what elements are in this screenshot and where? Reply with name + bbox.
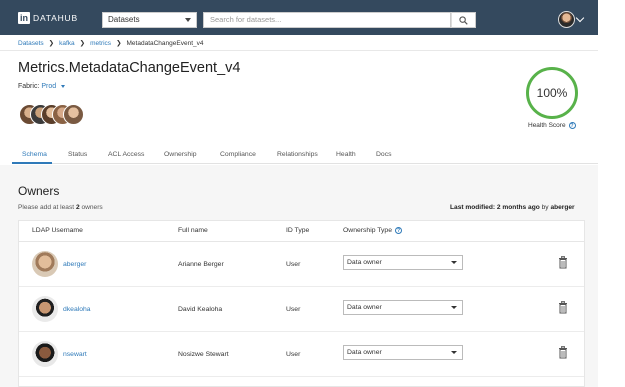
tab-health[interactable]: Health: [336, 151, 356, 158]
breadcrumb-datasets[interactable]: Datasets: [18, 40, 44, 47]
search-input[interactable]: Search for datasets...: [203, 12, 451, 28]
tab-status[interactable]: Status: [68, 151, 87, 158]
hint-suffix: owners: [81, 204, 103, 211]
chevron-right-icon: ❯: [79, 40, 86, 47]
owners-table: LDAP Username Full name ID Type Ownershi…: [18, 220, 585, 387]
health-score-text: Health Score: [528, 122, 566, 129]
help-icon[interactable]: ?: [395, 227, 402, 234]
chevron-right-icon: ❯: [116, 40, 122, 47]
table-row: dkealoha David Kealoha User Data owner: [19, 287, 584, 332]
ownership-type-value: Data owner: [347, 349, 382, 356]
table-row: nsewart Nosizwe Stewart User Data owner: [19, 332, 584, 377]
search-button[interactable]: [451, 12, 476, 28]
avatar[interactable]: [32, 296, 58, 322]
trash-icon[interactable]: [558, 301, 568, 314]
trash-icon[interactable]: [558, 346, 568, 359]
last-modified-user: aberger: [550, 204, 575, 211]
avatar[interactable]: [32, 341, 58, 367]
dataset-type-select[interactable]: Datasets: [102, 12, 197, 28]
tab-docs[interactable]: Docs: [376, 151, 392, 158]
breadcrumb-current: MetadataChangeEvent_v4: [126, 39, 204, 47]
fabric-label: Fabric:: [18, 83, 40, 90]
linkedin-logo-icon: in: [18, 12, 30, 24]
last-modified: Last modified: 2 months ago by aberger: [450, 204, 575, 211]
owners-hint: Please add at least 2 owners: [18, 204, 103, 211]
tab-relationships[interactable]: Relationships: [277, 151, 318, 158]
username-link[interactable]: aberger: [63, 261, 86, 268]
owner-avatars: [19, 104, 84, 126]
caret-down-icon: [61, 84, 66, 88]
divider: [0, 50, 598, 51]
trash-icon[interactable]: [558, 256, 568, 269]
tab-bar: Schema Status ACL Access Ownership Compl…: [12, 144, 598, 164]
tab-schema[interactable]: Schema: [22, 151, 47, 158]
column-header: ID Type: [286, 227, 310, 234]
full-name: Nosizwe Stewart: [178, 351, 229, 358]
chevron-down-icon[interactable]: [575, 13, 585, 23]
last-modified-value: 2 months ago: [496, 204, 540, 211]
dataset-type-value: Datasets: [108, 15, 140, 24]
breadcrumb-kafka[interactable]: kafka: [59, 40, 75, 47]
full-name: David Kealoha: [178, 306, 223, 313]
last-modified-label: Last modified:: [450, 204, 496, 211]
datahub-logo[interactable]: in DATAHUB: [18, 12, 78, 24]
search-icon: [459, 15, 468, 25]
breadcrumb: Datasets ❯ kafka ❯ metrics ❯ MetadataCha…: [18, 39, 204, 48]
hint-count: 2: [75, 204, 80, 211]
caret-down-icon: [185, 18, 191, 22]
active-tab-indicator: [12, 162, 52, 164]
column-header: Full name: [178, 227, 208, 234]
health-score-ring: 100%: [526, 67, 578, 119]
owners-title: Owners: [18, 184, 60, 198]
fabric-selector[interactable]: Fabric: Prod: [18, 83, 66, 90]
hint-prefix: Please add at least: [18, 204, 75, 211]
id-type: User: [286, 261, 301, 268]
ownership-type-value: Data owner: [347, 304, 382, 311]
logo-text: DATAHUB: [33, 13, 78, 23]
username-link[interactable]: dkealoha: [63, 306, 91, 313]
ownership-type-select[interactable]: Data owner: [343, 255, 463, 270]
chevron-right-icon: ❯: [48, 40, 55, 47]
ownership-type-select[interactable]: Data owner: [343, 345, 463, 360]
table-row: aberger Arianne Berger User Data owner: [19, 242, 584, 287]
avatar[interactable]: [32, 251, 58, 277]
username-link[interactable]: nsewart: [63, 351, 87, 358]
id-type: User: [286, 351, 301, 358]
column-header-ownership: Ownership Type ?: [343, 227, 402, 234]
tab-ownership[interactable]: Ownership: [164, 151, 197, 158]
column-header: LDAP Username: [32, 227, 83, 234]
caret-down-icon: [451, 306, 457, 309]
caret-down-icon: [451, 351, 457, 354]
breadcrumb-metrics[interactable]: metrics: [90, 40, 111, 47]
fabric-value[interactable]: Prod: [41, 83, 56, 90]
avatar[interactable]: [63, 104, 84, 125]
id-type: User: [286, 306, 301, 313]
last-modified-by: by: [541, 204, 549, 211]
caret-down-icon: [451, 261, 457, 264]
ownership-type-select[interactable]: Data owner: [343, 300, 463, 315]
tab-compliance[interactable]: Compliance: [220, 151, 256, 158]
column-header: Ownership Type: [343, 227, 392, 234]
help-icon[interactable]: ?: [568, 122, 576, 129]
ownership-type-value: Data owner: [347, 259, 382, 266]
user-avatar[interactable]: [558, 11, 575, 28]
health-score-label: Health Score ?: [528, 122, 576, 129]
top-nav: in DATAHUB Datasets Search for datasets.…: [0, 0, 598, 35]
page-title: Metrics.MetadataChangeEvent_v4: [18, 60, 241, 76]
full-name: Arianne Berger: [178, 261, 224, 268]
tab-acl-access[interactable]: ACL Access: [108, 151, 144, 158]
